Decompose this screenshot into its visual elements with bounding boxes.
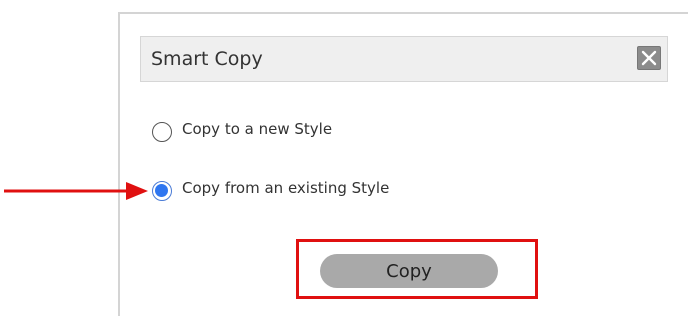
close-icon[interactable]: [637, 46, 661, 70]
radio-copy-to-new-style[interactable]: [152, 122, 172, 142]
copy-button[interactable]: Copy: [320, 254, 498, 288]
smart-copy-dialog: Smart Copy Copy to a new Style Copy from…: [118, 12, 688, 316]
dialog-title: Smart Copy: [151, 48, 263, 70]
dialog-titlebar: Smart Copy: [140, 36, 668, 82]
option-label: Copy to a new Style: [182, 120, 333, 138]
radio-copy-from-existing-style[interactable]: [152, 181, 172, 201]
page: Smart Copy Copy to a new Style Copy from…: [0, 0, 688, 316]
option-label: Copy from an existing Style: [182, 179, 390, 197]
